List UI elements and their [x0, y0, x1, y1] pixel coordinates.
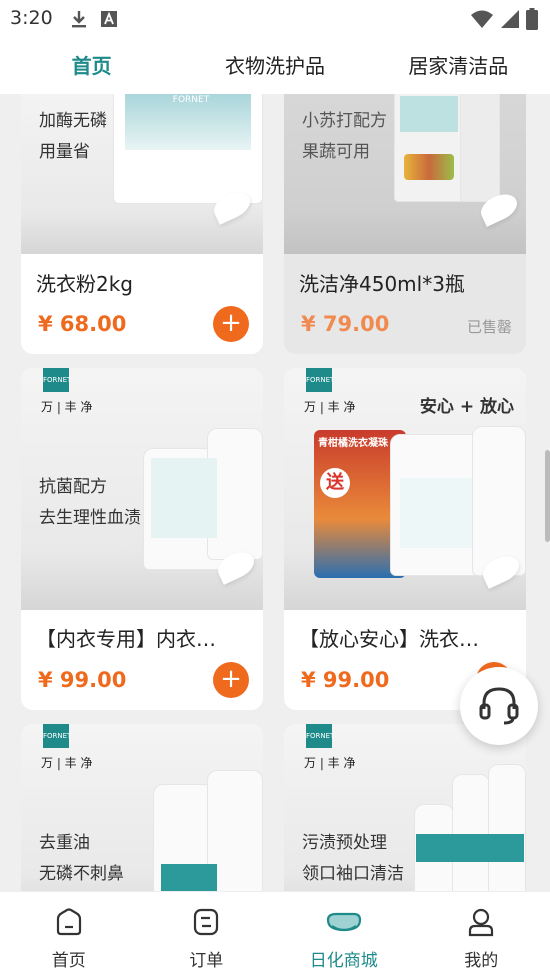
- headset-icon: [479, 687, 519, 725]
- image-caption: 加酶无磷 用量省: [39, 111, 107, 162]
- product-title: 洗洁净450ml*3瓶: [299, 272, 465, 296]
- product-price: ¥ 79.00: [301, 312, 390, 336]
- add-to-cart-button[interactable]: +: [213, 306, 249, 342]
- nav-orders[interactable]: 订单: [138, 892, 276, 979]
- product-card[interactable]: 小苏打配方 果蔬可用 洗洁净450ml*3瓶 ¥ 79.00 已售罄: [284, 94, 526, 354]
- customer-service-button[interactable]: [460, 667, 538, 745]
- product-image: FORNET 万 | 丰 净 去重油 无磷不刺鼻: [21, 724, 263, 891]
- product-title: 洗衣粉2kg: [36, 272, 134, 296]
- image-caption: 抗菌配方 去生理性血渍: [39, 477, 141, 528]
- wifi-icon: [471, 10, 493, 28]
- product-grid: FORNET 加酶无磷 用量省 洗衣粉2kg ¥ 68.00 + 小苏打配方 果…: [0, 94, 550, 891]
- signal-icon: [501, 10, 519, 28]
- scrollbar-handle[interactable]: [545, 450, 550, 542]
- a-box-icon: [101, 11, 117, 27]
- product-image: 小苏打配方 果蔬可用: [284, 94, 526, 254]
- brand-logo: FORNET: [172, 95, 210, 105]
- pump-bottle: [452, 774, 490, 891]
- product-box: [460, 94, 500, 202]
- brand-logo: FORNET: [43, 368, 71, 392]
- image-caption: 污渍预处理 领口袖口清洁: [302, 833, 404, 884]
- product-image: FORNET 加酶无磷 用量省: [21, 94, 263, 254]
- mall-icon: [326, 912, 361, 932]
- product-label: [151, 458, 217, 538]
- battery-icon: [526, 8, 538, 30]
- product-card[interactable]: FORNET 加酶无磷 用量省 洗衣粉2kg ¥ 68.00 +: [21, 94, 263, 354]
- product-card[interactable]: FORNET 万 | 丰 净 污渍预处理 领口袖口清洁: [284, 724, 526, 891]
- profile-icon: [469, 908, 494, 937]
- nav-label: 日化商城: [309, 951, 378, 971]
- order-icon: [194, 908, 219, 936]
- product-title: 【内衣专用】内衣…: [36, 627, 216, 651]
- brand-logo: FORNET: [306, 724, 334, 748]
- sold-out-label: 已售罄: [466, 318, 512, 336]
- category-tabs: 首页 衣物洗护品 居家清洁品: [0, 38, 550, 94]
- nav-mall[interactable]: 日化商城: [275, 892, 413, 979]
- product-image: FORNET 万 | 丰 净 抗菌配方 去生理性血渍: [21, 368, 263, 610]
- status-icons-right: [470, 8, 538, 30]
- nav-home[interactable]: 首页: [0, 892, 138, 979]
- brand-logo: FORNET: [306, 368, 334, 392]
- product-image: FORNET 万 | 丰 净 污渍预处理 领口袖口清洁: [284, 724, 526, 891]
- image-caption: 安心 + 放心: [419, 397, 514, 417]
- tab-home[interactable]: 首页: [0, 38, 183, 94]
- image-caption: 去重油 无磷不刺鼻: [39, 833, 124, 884]
- promo-badge: 送: [320, 468, 350, 498]
- product-image: FORNET 万 | 丰 净 安心 + 放心 青柑橘洗衣凝珠 送: [284, 368, 526, 610]
- home-icon: [56, 908, 81, 936]
- product-price: ¥ 99.00: [38, 668, 127, 692]
- product-label: [400, 478, 472, 548]
- tab-home-cleaning[interactable]: 居家清洁品: [367, 38, 550, 94]
- product-label: [416, 834, 524, 862]
- status-icons-left: [70, 9, 118, 29]
- product-price: ¥ 99.00: [301, 668, 390, 692]
- nav-label: 首页: [51, 951, 86, 971]
- brand-signature: 万 | 丰 净: [304, 756, 356, 770]
- image-caption: 小苏打配方 果蔬可用: [302, 111, 387, 162]
- product-bottle: [472, 426, 526, 576]
- product-price: ¥ 68.00: [38, 312, 127, 336]
- brand-signature: 万 | 丰 净: [304, 400, 356, 414]
- pump-bottle: [488, 764, 526, 891]
- nav-label: 我的: [464, 951, 499, 971]
- bottom-navigation: 首页 订单 日化商城 我的: [0, 891, 550, 979]
- product-card[interactable]: FORNET 万 | 丰 净 去重油 无磷不刺鼻: [21, 724, 263, 891]
- brand-logo: FORNET: [43, 724, 71, 748]
- product-label: [161, 864, 217, 891]
- fruit-image: [404, 154, 454, 180]
- status-bar: 3:20: [0, 0, 550, 38]
- tab-laundry-care[interactable]: 衣物洗护品: [183, 38, 366, 94]
- product-title: 【放心安心】洗衣…: [299, 627, 479, 651]
- download-icon: [72, 11, 86, 28]
- product-card[interactable]: FORNET 万 | 丰 净 安心 + 放心 青柑橘洗衣凝珠 送 【放心安心】洗…: [284, 368, 526, 710]
- product-card[interactable]: FORNET 万 | 丰 净 抗菌配方 去生理性血渍 【内衣专用】内衣… ¥ 9…: [21, 368, 263, 710]
- nav-profile[interactable]: 我的: [413, 892, 550, 979]
- product-label: [400, 96, 458, 132]
- add-to-cart-button[interactable]: +: [213, 662, 249, 698]
- brand-signature: 万 | 丰 净: [41, 400, 93, 414]
- status-time: 3:20: [10, 7, 53, 29]
- nav-label: 订单: [189, 951, 224, 971]
- brand-signature: 万 | 丰 净: [41, 756, 93, 770]
